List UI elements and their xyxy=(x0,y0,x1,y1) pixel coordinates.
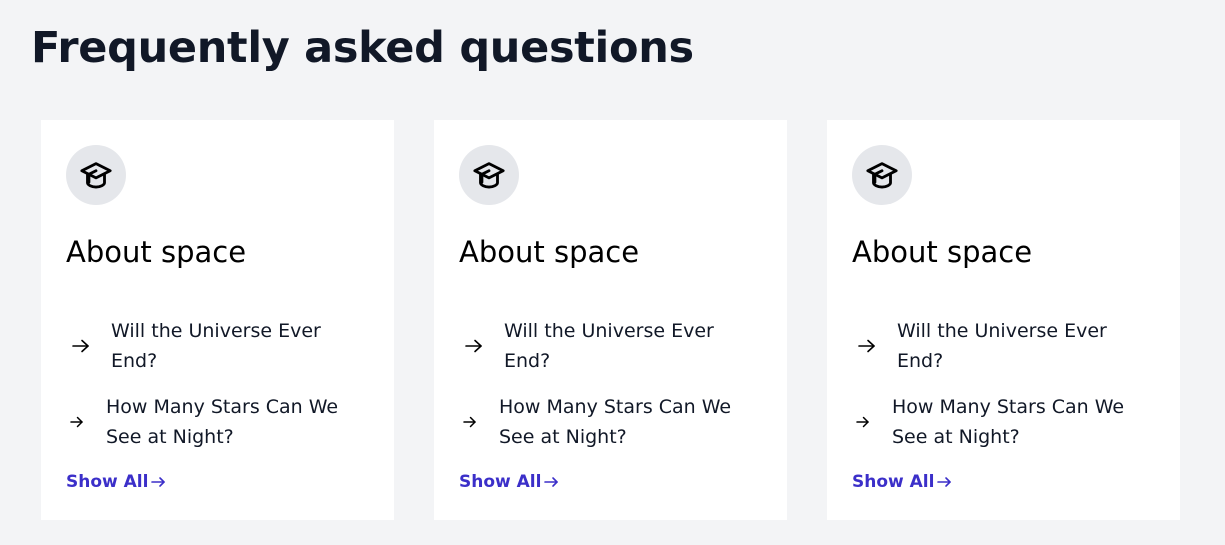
show-all-link[interactable]: Show All xyxy=(852,470,952,494)
faq-question-link[interactable]: How Many Stars Can We See at Night? xyxy=(66,392,369,452)
faq-question-link[interactable]: Will the Universe Ever End? xyxy=(852,316,1155,376)
faq-card: About space Will the Universe Ever End? … xyxy=(41,120,394,520)
arrow-right-icon xyxy=(544,476,559,488)
arrow-right-icon xyxy=(852,415,874,429)
card-title: About space xyxy=(459,235,640,269)
faq-cards: About space Will the Universe Ever End? … xyxy=(41,120,1180,520)
show-all-link[interactable]: Show All xyxy=(459,470,559,494)
show-all-label: Show All xyxy=(66,472,149,492)
faq-question-text: Will the Universe Ever End? xyxy=(504,320,714,372)
faq-question-link[interactable]: How Many Stars Can We See at Night? xyxy=(852,392,1155,452)
arrow-right-icon xyxy=(151,476,166,488)
graduation-cap-icon xyxy=(66,145,126,205)
faq-question-link[interactable]: How Many Stars Can We See at Night? xyxy=(459,392,762,452)
faq-question-text: How Many Stars Can We See at Night? xyxy=(106,396,339,448)
faq-question-link[interactable]: Will the Universe Ever End? xyxy=(459,316,762,376)
faq-question-text: How Many Stars Can We See at Night? xyxy=(499,396,732,448)
arrow-right-icon xyxy=(459,415,481,429)
show-all-label: Show All xyxy=(852,472,935,492)
card-title: About space xyxy=(66,235,247,269)
faq-question-text: Will the Universe Ever End? xyxy=(111,320,321,372)
show-all-label: Show All xyxy=(459,472,542,492)
arrow-right-icon xyxy=(66,338,96,354)
faq-card: About space Will the Universe Ever End? … xyxy=(434,120,787,520)
faq-question-text: How Many Stars Can We See at Night? xyxy=(892,396,1125,448)
faq-card: About space Will the Universe Ever End? … xyxy=(827,120,1180,520)
faq-question-link[interactable]: Will the Universe Ever End? xyxy=(66,316,369,376)
graduation-cap-icon xyxy=(459,145,519,205)
arrow-right-icon xyxy=(66,415,88,429)
arrow-right-icon xyxy=(852,338,882,354)
page-title: Frequently asked questions xyxy=(31,23,694,73)
card-title: About space xyxy=(852,235,1033,269)
show-all-link[interactable]: Show All xyxy=(66,470,166,494)
arrow-right-icon xyxy=(459,338,489,354)
faq-question-text: Will the Universe Ever End? xyxy=(897,320,1107,372)
graduation-cap-icon xyxy=(852,145,912,205)
arrow-right-icon xyxy=(937,476,952,488)
